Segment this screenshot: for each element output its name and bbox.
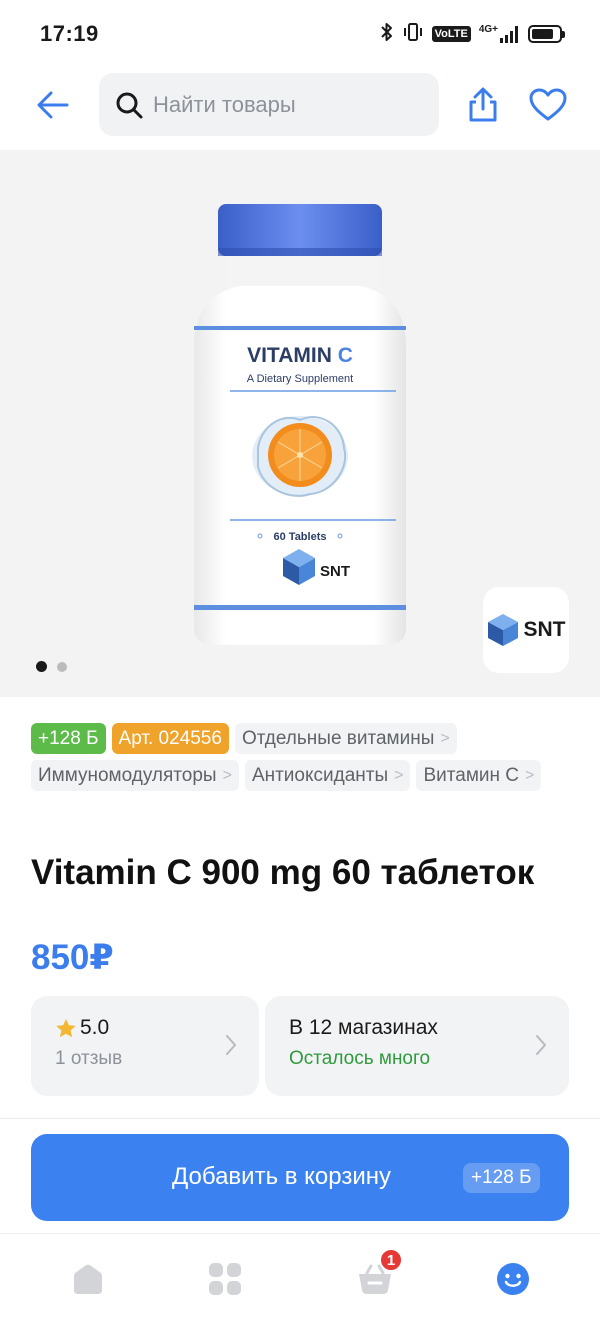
home-icon [74,1264,102,1294]
heart-icon [529,88,567,121]
bottle-subtitle: A Dietary Supplement [247,373,353,385]
divider [0,1118,600,1119]
brand-badge-label: SNT [523,618,566,641]
category-tag-vitamin-c[interactable]: Витамин С > [416,760,542,791]
search-input[interactable] [153,91,423,118]
rating-card[interactable]: 5.0 1 отзыв [31,996,259,1096]
status-bar: 17:19 VoLTE 4G+ [0,0,600,68]
bottle-title: VITAMIN [247,344,332,367]
battery-icon [528,25,565,43]
bottom-nav: 1 [0,1233,600,1323]
signal-icon: 4G+ [479,25,520,43]
svg-text:VITAMIN C: VITAMIN C [247,344,353,367]
product-gallery[interactable]: VITAMIN C A Dietary Supplement 60 Tablet… [0,150,600,697]
category-tag-label: Отдельные витамины [241,727,435,749]
catalog-icon [209,1263,241,1295]
share-icon [469,87,497,122]
nav-home[interactable] [61,1252,115,1306]
product-title: Vitamin C 900 mg 60 таблеток [31,853,535,892]
volte-icon: VoLTE [431,26,471,42]
brand-badge[interactable]: SNT [483,587,569,673]
category-tag-label: Антиоксиданты [251,764,389,786]
status-icons: VoLTE 4G+ [380,22,565,47]
category-tag-vitamins[interactable]: Отдельные витамины > [234,723,457,754]
gallery-pagination [36,661,67,672]
chevron-right-icon [226,1035,236,1055]
chevron-right-icon: > [525,766,535,784]
add-to-cart-label: Добавить в корзину [172,1163,392,1190]
chevron-right-icon: > [440,729,450,747]
back-arrow-icon [37,91,69,119]
bottle-count: 60 Tablets [274,531,327,543]
category-tag-label: Иммуномодуляторы [38,764,217,786]
status-time: 17:19 [40,21,99,46]
bottle-title-accent: C [338,344,353,367]
top-bar [0,72,600,138]
chevron-right-icon [536,1035,546,1055]
nav-catalog[interactable] [198,1252,252,1306]
bottle-brand: SNT [320,563,350,580]
vibrate-icon [402,22,424,47]
search-icon [116,92,143,118]
stores-count: В 12 магазинах [289,1016,438,1039]
bluetooth-icon [380,22,394,47]
chevron-right-icon: > [394,766,404,784]
snt-logo-icon [487,614,518,646]
category-tag-immunomodulators[interactable]: Иммуномодуляторы > [31,760,239,791]
share-button[interactable] [458,78,508,132]
nav-profile[interactable] [486,1252,540,1306]
category-tag-label: Витамин С [423,764,519,786]
add-to-cart-button[interactable]: Добавить в корзину +128 Б [31,1134,569,1221]
chevron-right-icon: > [222,766,232,784]
profile-icon [497,1263,529,1295]
category-tag-antioxidants[interactable]: Антиоксиданты > [244,760,411,791]
stores-card[interactable]: В 12 магазинах Осталось много [265,996,569,1096]
rating-row: 5.0 [55,1016,109,1040]
product-image[interactable]: VITAMIN C A Dietary Supplement 60 Tablet… [150,198,450,648]
nav-cart[interactable]: 1 [348,1248,403,1306]
review-count: 1 отзыв [55,1048,123,1069]
stock-status: Осталось много [289,1048,431,1069]
cart-count-badge: 1 [379,1248,403,1272]
gallery-dot[interactable] [57,661,67,672]
network-type: 4G+ [478,24,498,35]
rating-value: 5.0 [80,1016,110,1039]
star-icon [56,1018,76,1037]
gallery-dot-active[interactable] [36,661,47,672]
article-tag: Арт. 024556 [111,723,229,754]
favorite-button[interactable] [521,78,575,132]
battery-level [532,29,553,39]
bonus-tag: +128 Б [31,723,106,754]
product-tags: +128 Б Арт. 024556 Отдельные витамины > И… [31,723,576,791]
search-box[interactable] [99,73,439,136]
back-button[interactable] [26,78,80,132]
product-price: 850₽ [31,938,114,977]
add-to-cart-bonus: +128 Б [463,1163,540,1193]
